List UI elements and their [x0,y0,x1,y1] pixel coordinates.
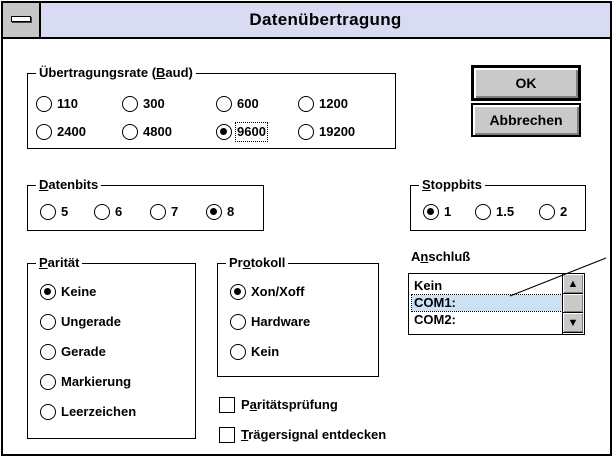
arrow-up-icon: ▲ [567,278,579,290]
baud-option-300[interactable]: 300 [122,96,165,112]
protocol-group: Protokoll Xon/Xoff Hardware Kein [217,255,379,377]
radio-selected-icon [206,204,222,220]
databits-group: Datenbits 5 6 7 8 [27,177,264,231]
carrier-detect-checkbox[interactable]: Trägersignal entdecken [219,427,386,443]
radio-selected-icon [40,284,56,300]
system-menu-icon [11,16,31,22]
system-menu-button[interactable] [3,3,41,37]
port-list-item-com2[interactable]: COM2: [412,312,562,328]
radio-icon [150,204,166,220]
checkbox-icon [219,397,235,413]
parity-option-ungerade[interactable]: Ungerade [40,314,121,330]
radio-icon [298,96,314,112]
radio-icon [94,204,110,220]
port-scrollbar[interactable]: ▲ ▼ [562,274,584,334]
window-title: Datenübertragung [249,10,402,29]
radio-icon [40,344,56,360]
radio-icon [36,96,52,112]
port-listbox[interactable]: Kein COM1: COM2: ▲ ▼ [408,273,585,335]
stopbits-option-1[interactable]: 1 [423,204,451,220]
dialog-window: Datenübertragung Übertragungsrate (Baud)… [1,1,612,456]
title-bar[interactable]: Datenübertragung [3,3,610,39]
stopbits-group: Stoppbits 1 1.5 2 [410,177,586,231]
arrow-down-icon: ▼ [567,317,579,329]
baud-option-19200[interactable]: 19200 [298,124,355,140]
baud-option-4800[interactable]: 4800 [122,124,172,140]
parity-option-keine[interactable]: Keine [40,284,96,300]
parity-label: Parität [36,255,83,271]
databits-label: Datenbits [36,177,102,193]
stopbits-label: Stoppbits [419,177,485,193]
scroll-thumb[interactable] [563,294,583,313]
protocol-option-kein[interactable]: Kein [230,344,279,360]
scroll-up-button[interactable]: ▲ [563,274,583,294]
radio-icon [539,204,555,220]
baud-option-110[interactable]: 110 [36,96,78,112]
port-list-item-kein[interactable]: Kein [412,278,562,294]
radio-icon [475,204,491,220]
radio-icon [40,374,56,390]
parity-group: Parität Keine Ungerade Gerade Markierung… [27,255,196,439]
radio-selected-icon [230,284,246,300]
radio-icon [122,96,138,112]
checkbox-icon [219,427,235,443]
radio-selected-icon [423,204,439,220]
radio-icon [40,204,56,220]
baud-option-1200[interactable]: 1200 [298,96,348,112]
radio-icon [298,124,314,140]
radio-icon [122,124,138,140]
port-label: Anschluß [411,249,471,264]
parity-option-gerade[interactable]: Gerade [40,344,106,360]
radio-icon [36,124,52,140]
cancel-button[interactable]: Abbrechen [471,103,581,137]
radio-icon [40,404,56,420]
radio-icon [230,314,246,330]
baud-option-600[interactable]: 600 [216,96,259,112]
radio-selected-icon [216,124,232,140]
baud-rate-group: Übertragungsrate (Baud) 110 300 600 1200… [27,65,396,149]
radio-icon [230,344,246,360]
stopbits-option-1-5[interactable]: 1.5 [475,204,514,220]
stopbits-option-2[interactable]: 2 [539,204,567,220]
protocol-option-xon-xoff[interactable]: Xon/Xoff [230,284,304,300]
parity-check-checkbox[interactable]: Paritätsprüfung [219,397,338,413]
baud-rate-label: Übertragungsrate (Baud) [36,65,196,81]
baud-option-2400[interactable]: 2400 [36,124,86,140]
databits-option-7[interactable]: 7 [150,204,178,220]
ok-button[interactable]: OK [471,65,581,101]
radio-icon [216,96,232,112]
parity-option-markierung[interactable]: Markierung [40,374,131,390]
databits-option-8[interactable]: 8 [206,204,234,220]
protocol-label: Protokoll [226,255,289,271]
radio-icon [40,314,56,330]
scroll-down-button[interactable]: ▼ [563,313,583,333]
databits-option-6[interactable]: 6 [94,204,122,220]
databits-option-5[interactable]: 5 [40,204,68,220]
baud-option-9600[interactable]: 9600 [216,122,268,142]
port-list-item-com1[interactable]: COM1: [411,294,563,312]
parity-option-leerzeichen[interactable]: Leerzeichen [40,404,136,420]
protocol-option-hardware[interactable]: Hardware [230,314,310,330]
